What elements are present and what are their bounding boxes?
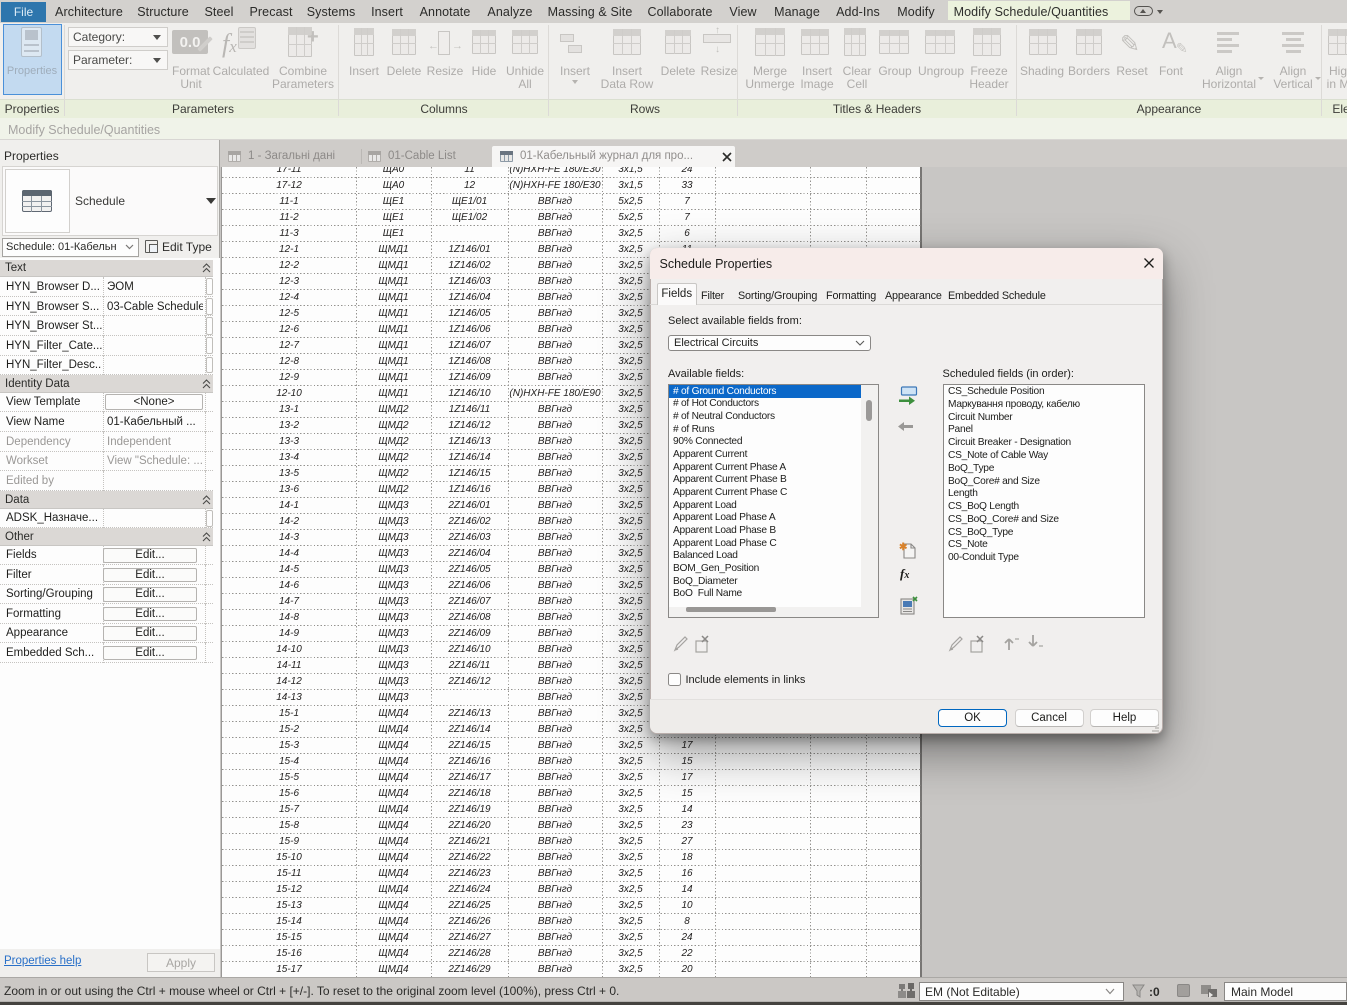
svg-text:✱: ✱ (899, 542, 908, 553)
